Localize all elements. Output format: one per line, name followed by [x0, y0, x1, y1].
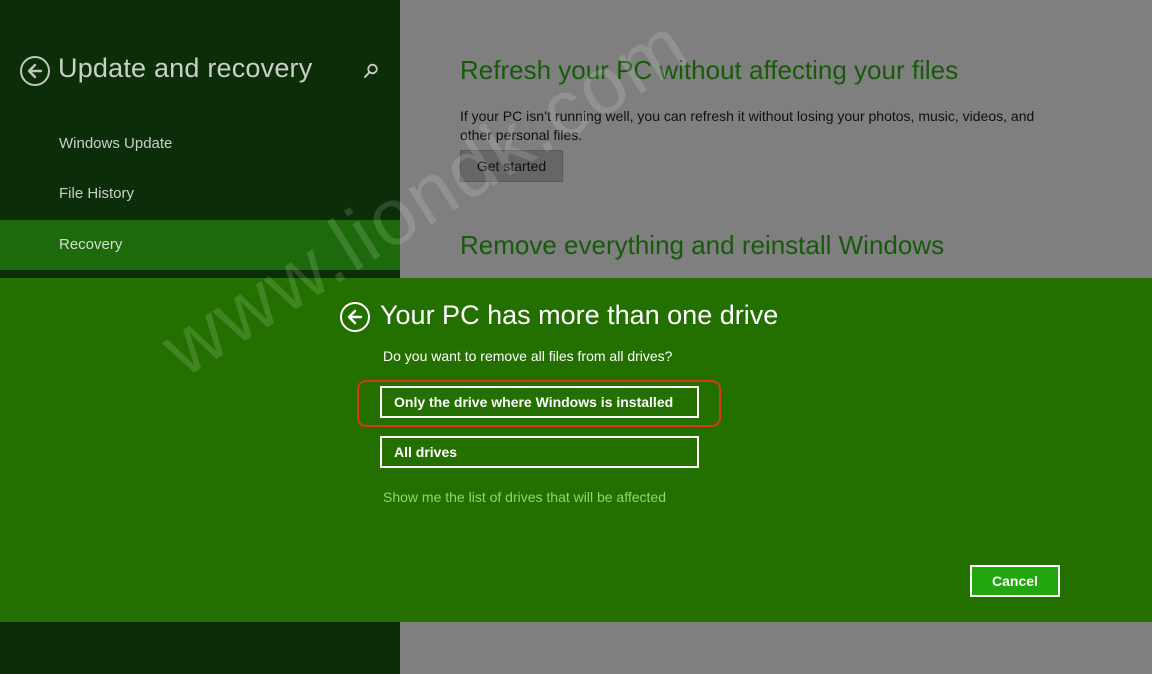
dialog-title: Your PC has more than one drive	[380, 300, 779, 330]
screen: Update and recovery Windows Update File …	[0, 0, 1152, 674]
nav-item-windows-update[interactable]: Windows Update	[0, 119, 400, 169]
search-icon[interactable]	[362, 62, 380, 80]
dialog-question: Do you want to remove all files from all…	[383, 348, 673, 364]
cancel-button[interactable]: Cancel	[970, 565, 1060, 597]
remove-heading: Remove everything and reinstall Windows	[460, 230, 945, 260]
pane-title: Update and recovery	[58, 53, 313, 83]
show-drives-link[interactable]: Show me the list of drives that will be …	[383, 489, 666, 505]
drive-selection-dialog: Your PC has more than one drive Do you w…	[0, 278, 1152, 622]
nav-item-file-history[interactable]: File History	[0, 169, 400, 219]
refresh-description: If your PC isn’t running well, you can r…	[460, 108, 1035, 143]
all-drives-button[interactable]: All drives	[380, 436, 699, 468]
dialog-back-button[interactable]	[340, 302, 370, 332]
get-started-button[interactable]: Get started	[460, 150, 563, 182]
back-button[interactable]	[20, 56, 50, 86]
refresh-heading: Refresh your PC without affecting your f…	[460, 55, 959, 85]
back-arrow-icon	[347, 309, 363, 325]
back-arrow-icon	[27, 63, 43, 79]
nav-item-recovery[interactable]: Recovery	[0, 220, 400, 270]
only-windows-drive-button[interactable]: Only the drive where Windows is installe…	[380, 386, 699, 418]
